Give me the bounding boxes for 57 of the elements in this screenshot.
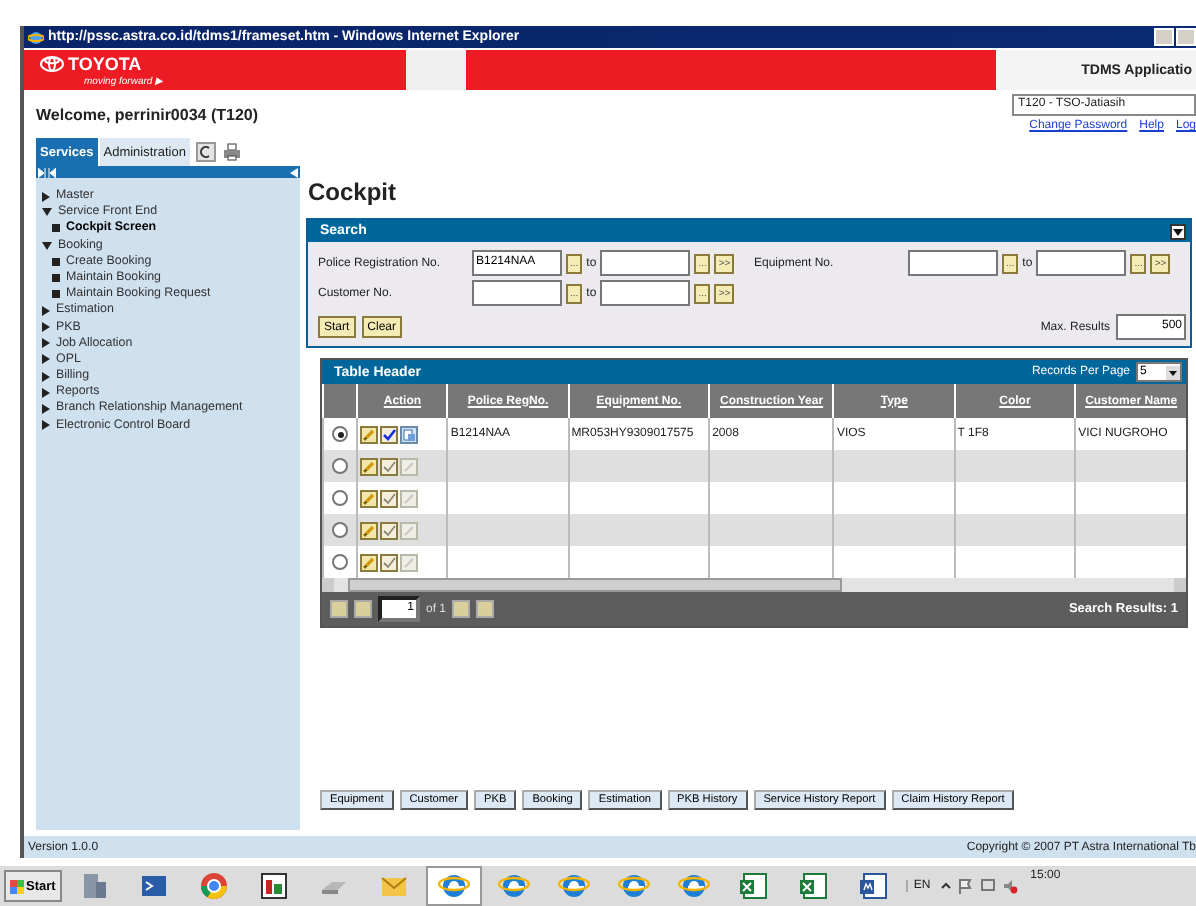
network-icon[interactable]: [980, 878, 997, 894]
edit-pencil-icon[interactable]: [360, 521, 379, 539]
horizontal-scrollbar[interactable]: [322, 578, 1186, 592]
input-field[interactable]: [908, 250, 998, 276]
edit-pencil-icon[interactable]: [360, 553, 379, 571]
row-radio[interactable]: [332, 490, 349, 506]
input-field[interactable]: [600, 250, 691, 276]
header-band: [406, 50, 466, 90]
collapsed-arrow-icon[interactable]: [42, 322, 50, 333]
input-field[interactable]: [600, 280, 691, 306]
speaker-icon[interactable]: [1002, 878, 1019, 894]
dropdown-arrow-icon[interactable]: [1166, 365, 1180, 379]
browser-icon: [437, 870, 470, 902]
collapsed-arrow-icon[interactable]: [42, 338, 50, 349]
row-radio[interactable]: [332, 458, 349, 474]
windows-logo-icon: [10, 879, 24, 893]
logo-icon: [40, 55, 64, 71]
collapsed-arrow-icon[interactable]: [42, 420, 50, 431]
document-icon[interactable]: [400, 425, 419, 443]
expanded-arrow-icon[interactable]: [42, 241, 52, 250]
check-icon[interactable]: [380, 553, 399, 571]
next-page-button[interactable]: [452, 600, 471, 618]
page-title: Cockpit: [306, 176, 399, 210]
collapsed-arrow-icon[interactable]: [42, 191, 50, 202]
check-icon[interactable]: [380, 489, 399, 507]
expand-collapse-icon[interactable]: [38, 167, 56, 177]
refresh-icon[interactable]: [195, 142, 216, 162]
input-field[interactable]: [1036, 250, 1127, 276]
edit-pencil-icon[interactable]: [360, 489, 379, 507]
check-icon[interactable]: [380, 457, 399, 475]
row-radio[interactable]: [332, 522, 349, 538]
collapsed-arrow-icon[interactable]: [42, 404, 50, 415]
collapsed-arrow-icon[interactable]: [42, 305, 50, 316]
flag-icon[interactable]: [958, 878, 975, 894]
show-hidden-icon[interactable]: [940, 880, 953, 892]
square-bullet-icon: [52, 274, 60, 283]
input-field[interactable]: [472, 280, 562, 306]
square-bullet-icon: [52, 224, 60, 233]
edit-pencil-icon[interactable]: [360, 457, 379, 475]
edit-pencil-icon[interactable]: [360, 425, 379, 443]
expanded-arrow-icon[interactable]: [42, 208, 52, 217]
browser-icon: [28, 29, 44, 45]
collapsed-arrow-icon[interactable]: [42, 387, 50, 398]
collapse-sidebar-icon[interactable]: [290, 167, 298, 177]
welcome-text: Welcome, perrinir0034 (T120): [34, 104, 261, 128]
collapsed-arrow-icon[interactable]: [42, 354, 50, 365]
print-icon[interactable]: [221, 142, 242, 162]
square-bullet-icon: [52, 257, 60, 266]
row-radio[interactable]: [332, 426, 349, 442]
check-icon[interactable]: [380, 425, 399, 443]
square-bullet-icon: [52, 290, 60, 299]
check-icon[interactable]: [380, 521, 399, 539]
last-page-button[interactable]: [476, 600, 495, 618]
brand-name: TOYOTA: [68, 53, 142, 73]
row-radio[interactable]: [332, 554, 349, 570]
collapsed-arrow-icon[interactable]: [42, 371, 50, 382]
collapse-panel-icon[interactable]: [1170, 223, 1186, 239]
